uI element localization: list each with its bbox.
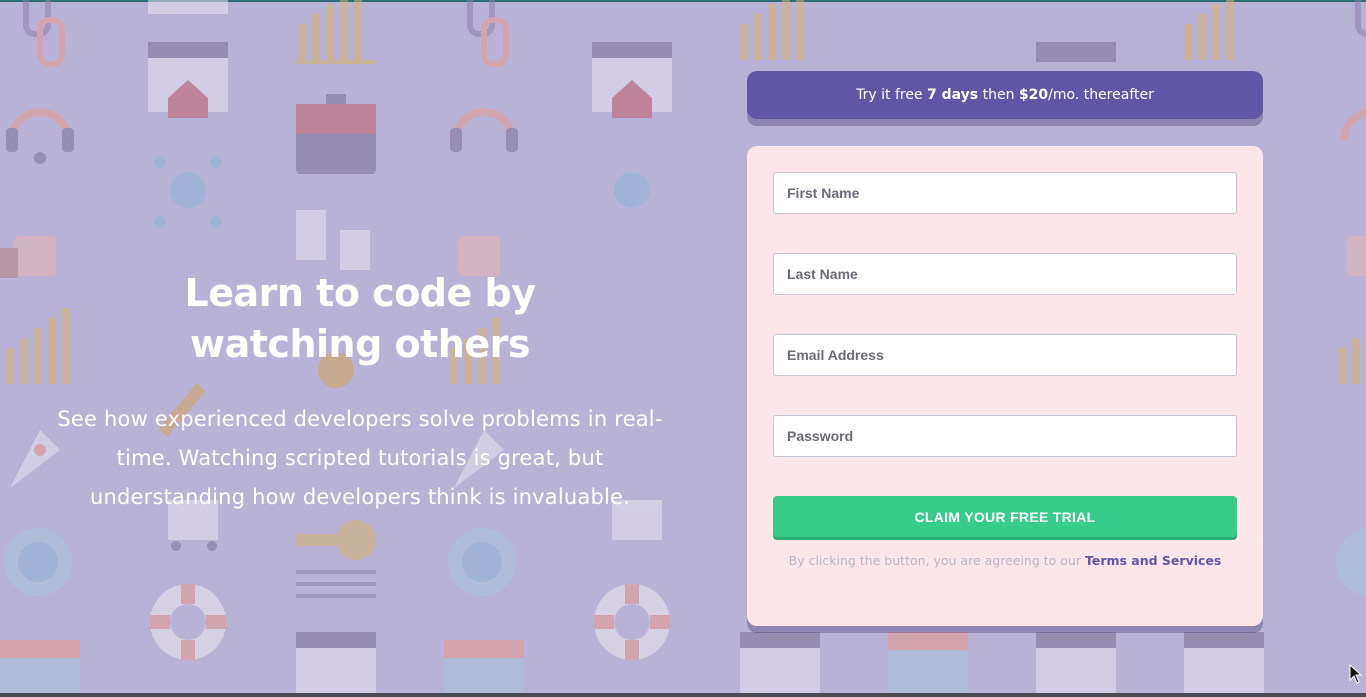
terms-prefix: By clicking the button, you are agreeing…	[788, 553, 1085, 568]
globe-gear-icon	[4, 528, 72, 596]
mouse-cursor-icon	[1349, 664, 1363, 684]
first-name-field[interactable]	[773, 172, 1237, 214]
promo-days: 7 days	[927, 87, 979, 103]
promo-prefix: Try it free	[856, 87, 928, 103]
key-icon	[296, 520, 376, 598]
last-name-field[interactable]	[773, 253, 1237, 295]
hero-title: Learn to code by watching others	[40, 268, 680, 370]
password-field[interactable]	[773, 415, 1237, 457]
link-icon	[23, 0, 65, 67]
promo-middle: then	[978, 87, 1019, 103]
top-border	[0, 0, 1366, 2]
claim-free-trial-button[interactable]: CLAIM YOUR FREE TRIAL	[773, 496, 1237, 537]
email-field[interactable]	[773, 334, 1237, 376]
calendar-icon	[0, 640, 80, 697]
headset-icon	[6, 108, 74, 164]
terms-link[interactable]: Terms and Services	[1085, 553, 1221, 568]
hero-title-line2: watching others	[190, 322, 530, 366]
browser-home-icon	[148, 42, 228, 118]
bottom-border	[0, 693, 1366, 697]
network-cloud-icon	[154, 156, 222, 228]
lifebuoy-icon	[150, 584, 226, 660]
promo-banner: Try it free 7 days then $20/mo. thereaft…	[747, 71, 1263, 119]
hero-title-line1: Learn to code by	[184, 271, 536, 315]
hero-description: See how experienced developers solve pro…	[57, 407, 663, 509]
promo-price: $20	[1018, 87, 1049, 103]
promo-suffix: /mo. thereafter	[1048, 87, 1154, 103]
hero-section: Learn to code by watching others See how…	[40, 268, 680, 517]
toolbox-icon	[296, 94, 376, 174]
signup-form: CLAIM YOUR FREE TRIAL By clicking the bu…	[747, 146, 1263, 626]
terms-notice: By clicking the button, you are agreeing…	[747, 553, 1263, 568]
